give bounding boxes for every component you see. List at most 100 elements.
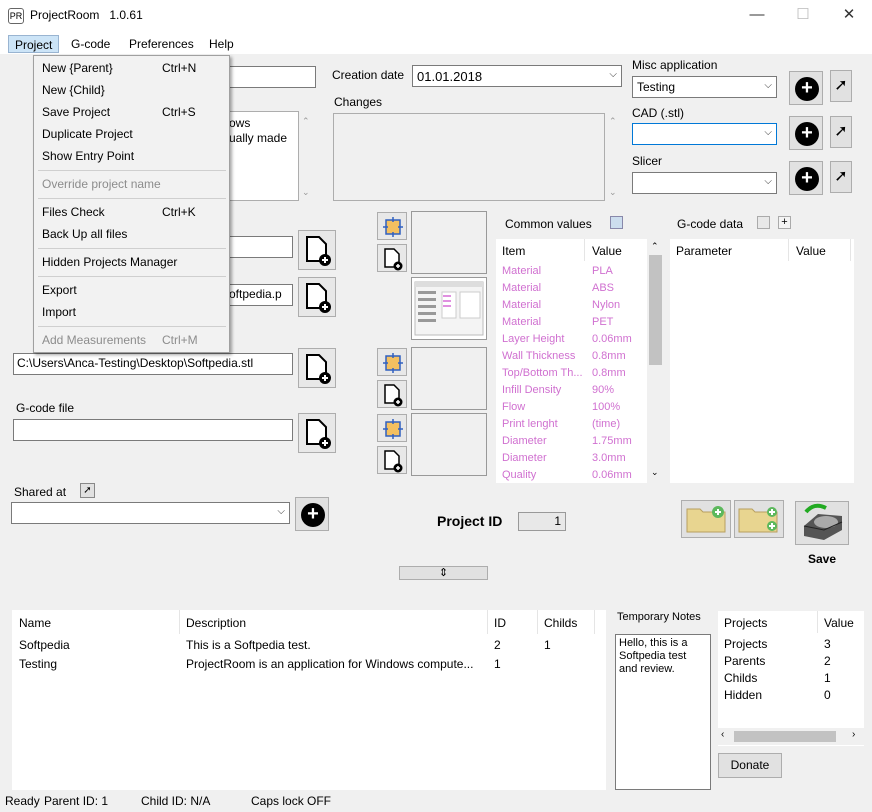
maximize-button[interactable]: ☐ xyxy=(780,0,826,30)
refresh-icon[interactable] xyxy=(757,216,770,229)
add-slicer-button[interactable]: + xyxy=(789,161,823,195)
table-row[interactable]: Testing ProjectRoom is an application fo… xyxy=(12,655,606,673)
column-header-name[interactable]: Name xyxy=(19,616,51,630)
menu-gcode[interactable]: G-code xyxy=(65,35,116,53)
menu-show-entry-point[interactable]: Show Entry Point xyxy=(34,145,229,167)
copy-icon[interactable] xyxy=(610,216,623,229)
menu-new-child[interactable]: New {Child} xyxy=(34,79,229,101)
crop-image-button-4[interactable] xyxy=(377,414,407,442)
donate-button[interactable]: Donate xyxy=(718,753,782,778)
menu-duplicate-project[interactable]: Duplicate Project xyxy=(34,123,229,145)
scroll-up-icon[interactable]: ⌃ xyxy=(302,116,310,127)
menu-hidden-projects-manager[interactable]: Hidden Projects Manager xyxy=(34,251,229,273)
scrollbar-thumb[interactable] xyxy=(734,731,836,742)
menu-import[interactable]: Import xyxy=(34,301,229,323)
list-item[interactable]: Material PET xyxy=(502,314,652,331)
slicer-combo[interactable]: ⌵ xyxy=(632,172,777,194)
common-values-grid[interactable]: Item Value Material PLA Material ABS Mater… xyxy=(496,239,664,483)
column-header-value[interactable]: Value xyxy=(796,244,826,258)
list-item[interactable]: Wall Thickness 0.8mm xyxy=(502,348,652,365)
add-image-button-3[interactable] xyxy=(377,380,407,408)
scroll-up-icon[interactable]: ⌃ xyxy=(609,116,617,127)
cad-combo[interactable]: ⌵ xyxy=(632,123,777,145)
add-parent-folder-button[interactable] xyxy=(681,500,731,538)
scroll-left-icon[interactable]: ‹ xyxy=(721,729,724,740)
add-file-button-2[interactable] xyxy=(298,277,336,317)
gcode-file-input[interactable] xyxy=(13,419,293,441)
column-header-parameter[interactable]: Parameter xyxy=(676,244,732,258)
list-item[interactable]: Material ABS xyxy=(502,280,652,297)
file-input-1[interactable] xyxy=(225,236,293,258)
add-image-button-4[interactable] xyxy=(377,446,407,474)
menu-help[interactable]: Help xyxy=(203,35,240,53)
add-gcode-file-button[interactable] xyxy=(298,413,336,453)
list-item[interactable]: Material PLA xyxy=(502,263,652,280)
table-row[interactable]: Softpedia This is a Softpedia test. 2 1 xyxy=(12,636,606,654)
file-input-2[interactable]: oftpedia.p xyxy=(225,284,293,306)
list-item[interactable]: Diameter 3.0mm xyxy=(502,450,652,467)
list-item[interactable]: Diameter 1.75mm xyxy=(502,433,652,450)
menu-preferences[interactable]: Preferences xyxy=(123,35,200,53)
horizontal-scrollbar[interactable]: ‹ › xyxy=(718,728,864,745)
scroll-up-icon[interactable]: ⌃ xyxy=(651,241,659,252)
menu-files-check[interactable]: Files Check Ctrl+K xyxy=(34,201,229,223)
list-item[interactable]: Infill Density 90% xyxy=(502,382,652,399)
column-header-item[interactable]: Item xyxy=(502,244,525,258)
temporary-notes-textarea[interactable]: Hello, this is a Softpedia test and revi… xyxy=(615,634,711,790)
list-item[interactable]: Material Nylon xyxy=(502,297,652,314)
add-misc-application-button[interactable]: + xyxy=(789,71,823,105)
shared-at-combo[interactable]: ⌵ xyxy=(11,502,290,524)
minimize-button[interactable]: — xyxy=(734,0,780,30)
save-button[interactable] xyxy=(795,501,849,545)
image-slot-2[interactable] xyxy=(411,277,487,340)
open-slicer-button[interactable]: ➚ xyxy=(830,161,852,193)
column-header-value[interactable]: Value xyxy=(592,244,622,258)
scroll-right-icon[interactable]: › xyxy=(852,729,855,740)
add-child-folder-button[interactable] xyxy=(734,500,784,538)
close-button[interactable]: ✕ xyxy=(826,0,872,30)
menu-project[interactable]: Project xyxy=(8,35,60,53)
column-header-description[interactable]: Description xyxy=(186,616,246,630)
image-slot-4[interactable] xyxy=(411,413,487,476)
list-item[interactable]: Print lenght (time) xyxy=(502,416,652,433)
table-row[interactable]: Hidden 0 xyxy=(718,687,864,704)
description-textarea[interactable]: ows ually made xyxy=(225,111,299,201)
image-slot-1[interactable] xyxy=(411,211,487,274)
open-cad-button[interactable]: ➚ xyxy=(830,116,852,148)
misc-application-combo[interactable]: Testing ⌵ xyxy=(632,76,777,98)
add-cad-button[interactable]: + xyxy=(789,116,823,150)
menu-back-up-all-files[interactable]: Back Up all files xyxy=(34,223,229,245)
column-header-childs[interactable]: Childs xyxy=(544,616,577,630)
column-header-value[interactable]: Value xyxy=(824,616,854,630)
scrollbar-thumb[interactable] xyxy=(649,255,662,365)
add-file-button-3[interactable] xyxy=(298,348,336,388)
scroll-down-icon[interactable]: ⌄ xyxy=(609,187,617,198)
menu-export[interactable]: Export xyxy=(34,279,229,301)
menu-save-project[interactable]: Save Project Ctrl+S xyxy=(34,101,229,123)
projects-table[interactable]: Name Description ID Childs Softpedia Thi… xyxy=(12,610,606,790)
scroll-down-icon[interactable]: ⌄ xyxy=(302,187,310,198)
arrow-up-right-icon[interactable]: ➚ xyxy=(80,483,95,498)
open-misc-application-button[interactable]: ➚ xyxy=(830,70,852,102)
list-item[interactable]: Quality 0.06mm xyxy=(502,467,652,483)
table-row[interactable]: Childs 1 xyxy=(718,670,864,687)
add-icon[interactable]: + xyxy=(778,216,791,229)
add-file-button-1[interactable] xyxy=(298,230,336,270)
creation-date-picker[interactable]: 01.01.2018 ⌵ xyxy=(412,65,622,87)
add-shared-at-button[interactable]: + xyxy=(295,497,329,531)
stats-table[interactable]: Projects Value Projects 3 Parents 2 Childs… xyxy=(718,611,864,746)
gcode-data-grid[interactable]: Parameter Value xyxy=(670,239,854,483)
table-row[interactable]: Projects 3 xyxy=(718,636,864,653)
scroll-down-icon[interactable]: ⌄ xyxy=(651,467,659,478)
column-header-projects[interactable]: Projects xyxy=(724,616,767,630)
list-item[interactable]: Layer Height 0.06mm xyxy=(502,331,652,348)
stl-path-input[interactable]: C:\Users\Anca-Testing\Desktop\Softpedia.… xyxy=(13,353,293,375)
table-row[interactable]: Parents 2 xyxy=(718,653,864,670)
list-item[interactable]: Top/Bottom Th... 0.8mm xyxy=(502,365,652,382)
list-item[interactable]: Flow 100% xyxy=(502,399,652,416)
scrollbar[interactable]: ⌃ ⌄ xyxy=(647,239,664,483)
image-slot-3[interactable] xyxy=(411,347,487,410)
changes-textarea[interactable] xyxy=(333,113,605,201)
menu-new-parent[interactable]: New {Parent} Ctrl+N xyxy=(34,57,229,79)
move-icon[interactable]: ⇕ xyxy=(399,566,488,580)
